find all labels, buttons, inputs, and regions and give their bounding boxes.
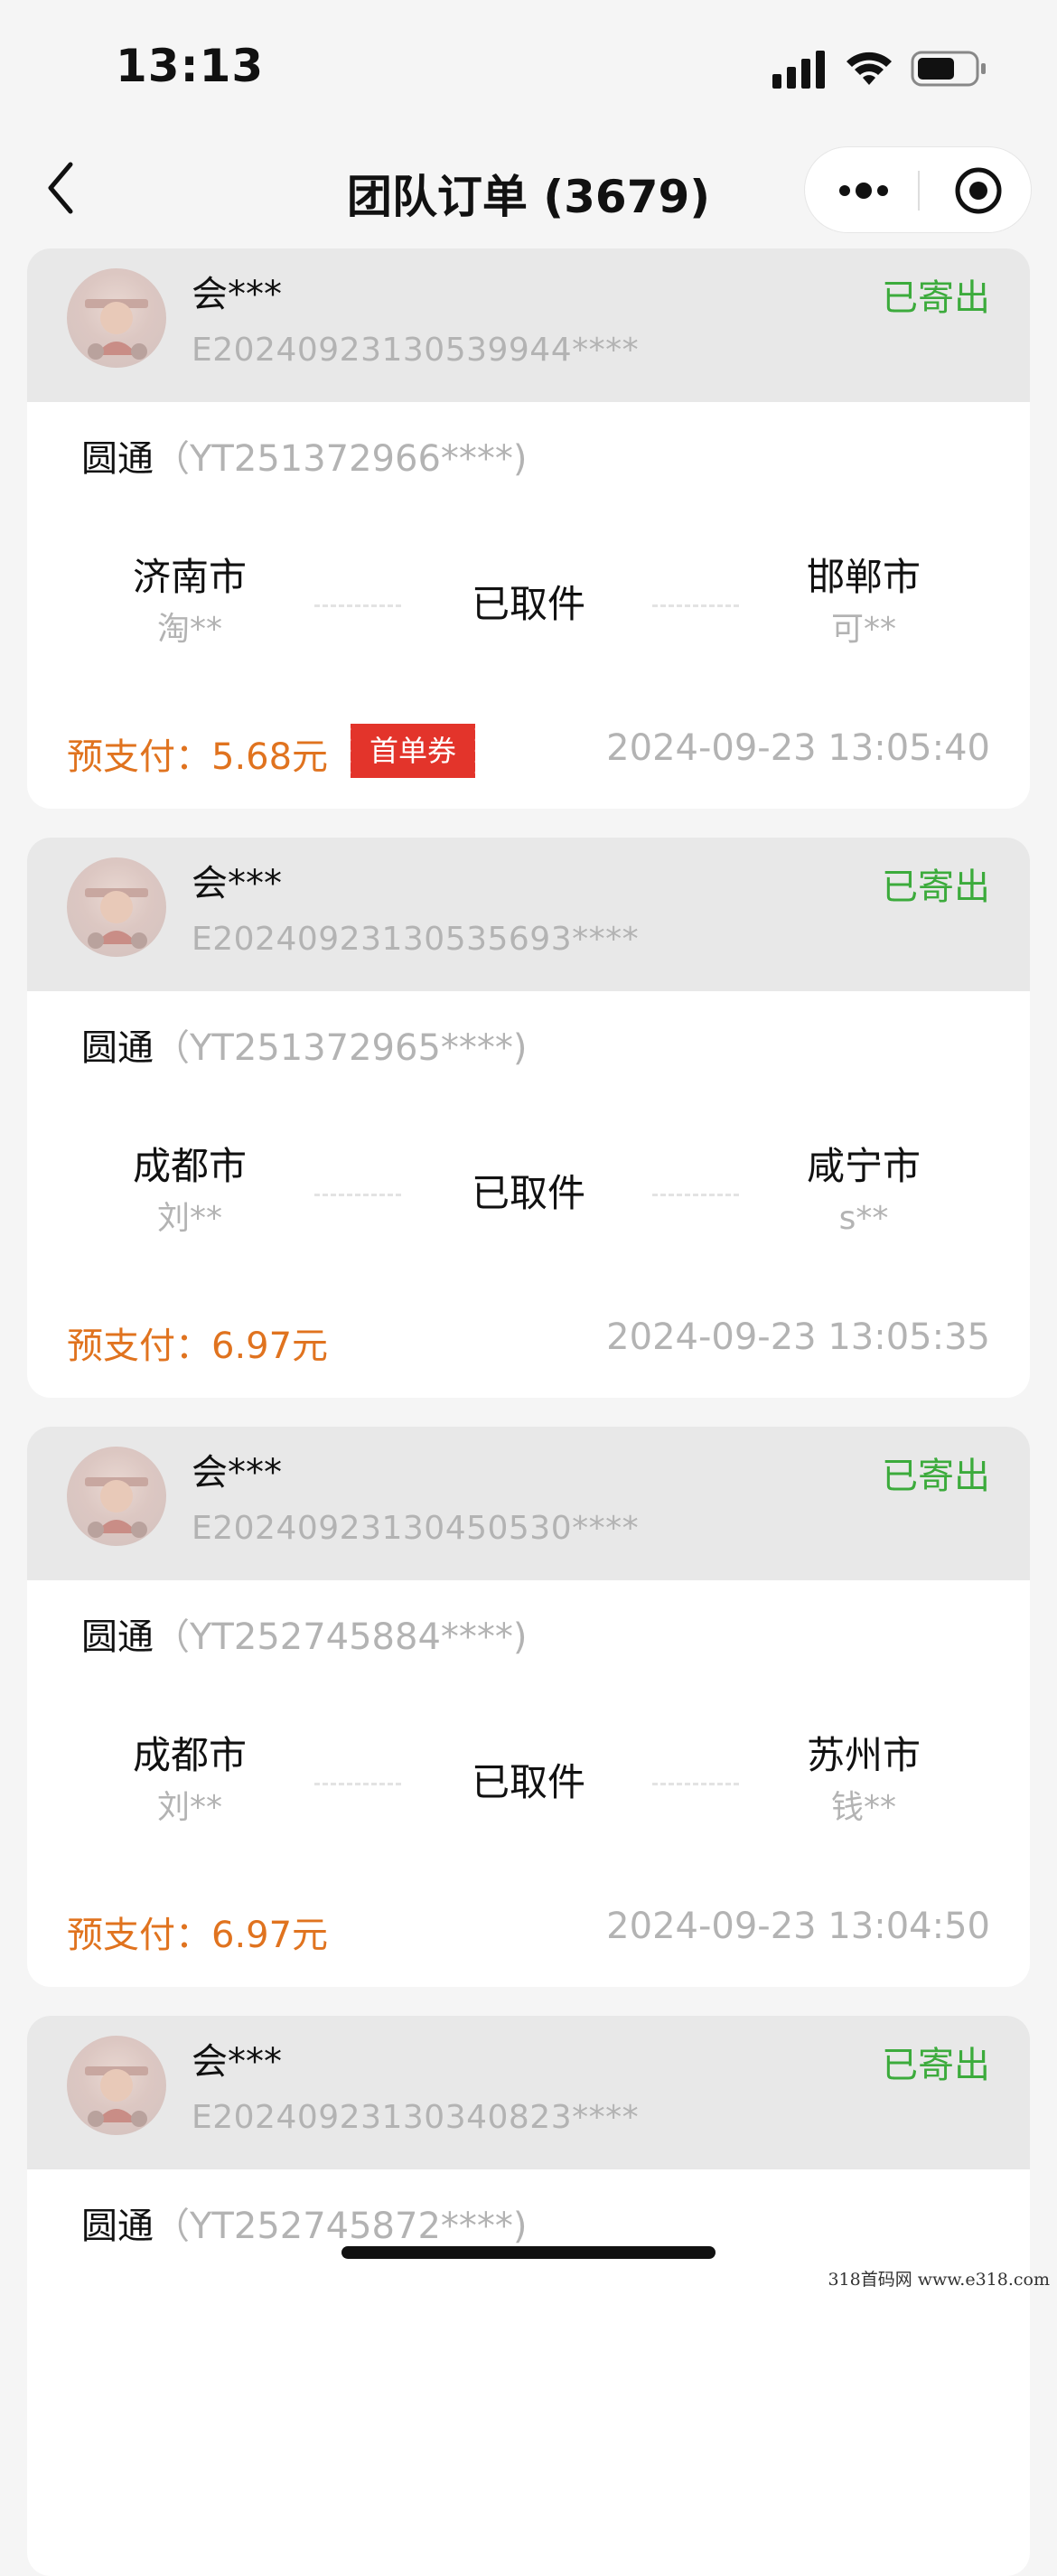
sender-block: 成都市 刘** bbox=[81, 1141, 298, 1241]
nav-bar: 团队订单 (3679) bbox=[0, 136, 1057, 248]
avatar bbox=[67, 2036, 166, 2135]
route-divider bbox=[314, 604, 401, 607]
prepay-amount: 预支付：6.97元 bbox=[67, 1325, 329, 1367]
route-divider bbox=[652, 1194, 739, 1196]
tracking-number: （YT251372966****) bbox=[154, 438, 528, 480]
order-card-header: 会*** E20240923130450530**** 已寄出 bbox=[27, 1427, 1030, 1580]
sender-city: 济南市 bbox=[132, 555, 247, 599]
order-card[interactable]: 会*** E20240923130450530**** 已寄出 圆通（YT252… bbox=[27, 1427, 1030, 1987]
tracking-number: （YT252745884****) bbox=[154, 1616, 528, 1658]
order-number: E20240923130539944**** bbox=[192, 332, 640, 369]
sender-name: 淘** bbox=[156, 611, 222, 648]
avatar bbox=[67, 1447, 166, 1546]
order-time: 2024-09-23 13:05:35 bbox=[606, 1316, 990, 1358]
order-card-header: 会*** E20240923130539944**** 已寄出 bbox=[27, 248, 1030, 402]
order-number: E20240923130535693**** bbox=[192, 921, 640, 958]
capsule-divider bbox=[918, 171, 920, 211]
watermark: 318首码网 www.e318.com bbox=[828, 2270, 1050, 2290]
signal-icon bbox=[772, 51, 825, 89]
avatar bbox=[67, 268, 166, 368]
battery-icon bbox=[911, 51, 986, 87]
mini-program-capsule bbox=[804, 146, 1032, 233]
order-card-header: 会*** E20240923130340823**** 已寄出 bbox=[27, 2016, 1030, 2169]
status-time: 13:13 bbox=[116, 40, 265, 92]
sender-name: 刘** bbox=[156, 1200, 222, 1237]
receiver-city: 邯郸市 bbox=[806, 555, 921, 599]
receiver-name: 钱** bbox=[830, 1789, 896, 1826]
order-time: 2024-09-23 13:05:40 bbox=[606, 727, 990, 769]
order-time: 2024-09-23 13:04:50 bbox=[606, 1906, 990, 1947]
sender-block: 济南市 淘** bbox=[81, 552, 298, 651]
carrier-name: 圆通 bbox=[81, 1027, 154, 1069]
prepay-amount: 预支付：5.68元 bbox=[67, 736, 329, 778]
shipping-status: 已寄出 bbox=[882, 866, 990, 908]
user-name: 会*** bbox=[192, 274, 282, 315]
order-card-header: 会*** E20240923130535693**** 已寄出 bbox=[27, 838, 1030, 991]
carrier-line: 圆通（YT252745884****) bbox=[81, 1607, 528, 1660]
pickup-status: 已取件 bbox=[471, 582, 585, 626]
prepay-amount: 预支付：6.97元 bbox=[67, 1915, 329, 1956]
receiver-name: s** bbox=[838, 1200, 889, 1237]
user-name: 会*** bbox=[192, 863, 282, 904]
shipping-status: 已寄出 bbox=[882, 1456, 990, 1497]
pickup-status: 已取件 bbox=[471, 1171, 585, 1215]
carrier-line: 圆通（YT252745872****) bbox=[81, 2197, 528, 2249]
sender-block: 成都市 刘** bbox=[81, 1730, 298, 1830]
carrier-name: 圆通 bbox=[81, 438, 154, 480]
shipping-status: 已寄出 bbox=[882, 2045, 990, 2086]
order-card[interactable]: 会*** E20240923130535693**** 已寄出 圆通（YT251… bbox=[27, 838, 1030, 1398]
coupon-badge: 首单券 bbox=[347, 724, 475, 778]
receiver-name: 可** bbox=[830, 611, 896, 648]
close-mini-program-icon[interactable] bbox=[953, 165, 1004, 216]
carrier-line: 圆通（YT251372966****) bbox=[81, 429, 528, 482]
route-divider bbox=[314, 1783, 401, 1785]
route-divider bbox=[652, 604, 739, 607]
sender-city: 成都市 bbox=[132, 1733, 247, 1777]
tracking-number: （YT252745872****) bbox=[154, 2206, 528, 2247]
more-icon[interactable] bbox=[836, 174, 892, 207]
user-name: 会*** bbox=[192, 2041, 282, 2083]
user-name: 会*** bbox=[192, 1452, 282, 1494]
carrier-name: 圆通 bbox=[81, 1616, 154, 1658]
route-divider bbox=[652, 1783, 739, 1785]
receiver-city: 苏州市 bbox=[806, 1733, 921, 1777]
route-divider bbox=[314, 1194, 401, 1196]
home-indicator bbox=[341, 2246, 716, 2259]
sender-name: 刘** bbox=[156, 1789, 222, 1826]
sender-city: 成都市 bbox=[132, 1144, 247, 1188]
order-number: E20240923130340823**** bbox=[192, 2099, 640, 2136]
shipping-status: 已寄出 bbox=[882, 277, 990, 319]
receiver-block: 苏州市 钱** bbox=[755, 1730, 972, 1830]
receiver-city: 咸宁市 bbox=[806, 1144, 921, 1188]
wifi-icon bbox=[847, 52, 892, 85]
order-card[interactable]: 会*** E20240923130539944**** 已寄出 圆通（YT251… bbox=[27, 248, 1030, 809]
receiver-block: 邯郸市 可** bbox=[755, 552, 972, 651]
status-bar: 13:13 bbox=[0, 0, 1057, 136]
pickup-status: 已取件 bbox=[471, 1760, 585, 1804]
order-card[interactable]: 会*** E20240923130340823**** 已寄出 圆通（YT252… bbox=[27, 2016, 1030, 2576]
avatar bbox=[67, 857, 166, 957]
carrier-line: 圆通（YT251372965****) bbox=[81, 1018, 528, 1071]
carrier-name: 圆通 bbox=[81, 2206, 154, 2247]
tracking-number: （YT251372965****) bbox=[154, 1027, 528, 1069]
receiver-block: 咸宁市 s** bbox=[755, 1141, 972, 1241]
order-number: E20240923130450530**** bbox=[192, 1510, 640, 1547]
